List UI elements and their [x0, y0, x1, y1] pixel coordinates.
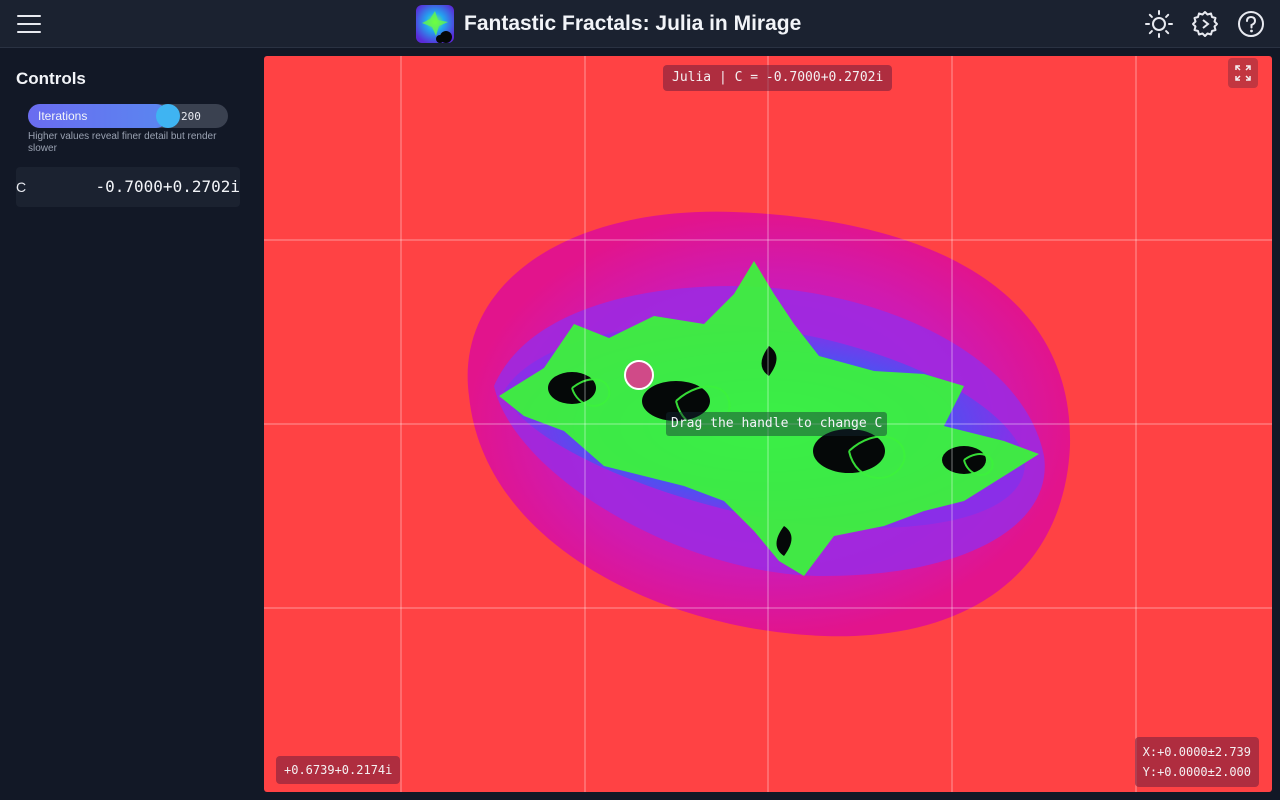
controls-sidebar: Controls Iterations 200 Higher values re… — [0, 49, 256, 800]
iterations-value: 200 — [181, 110, 201, 123]
iterations-label: Iterations — [38, 109, 88, 123]
iterations-slider-knob[interactable] — [156, 104, 180, 128]
app-title: Fantastic Fractals: Julia in Mirage — [464, 12, 802, 35]
help-circle-icon[interactable] — [1237, 10, 1265, 38]
view-range-readout: X:+0.0000±2.739 Y:+0.0000±2.000 — [1134, 737, 1259, 787]
hamburger-menu-icon[interactable] — [14, 11, 44, 37]
c-parameter-field[interactable]: C -0.7000+0.2702i — [16, 167, 240, 207]
iterations-slider[interactable]: Iterations 200 — [28, 104, 228, 128]
cursor-coordinate-readout: +0.6739+0.2174i — [276, 756, 401, 784]
c-parameter-label: C — [16, 179, 27, 195]
drag-hint-label: Drag the handle to change C — [666, 412, 888, 436]
range-x-readout: X:+0.0000±2.739 — [1142, 745, 1251, 759]
fractal-info-label: Julia | C = -0.7000+0.2702i — [663, 65, 893, 91]
settings-gear-icon[interactable] — [1191, 10, 1219, 38]
app-header: Fantastic Fractals: Julia in Mirage — [0, 0, 1280, 48]
range-y-readout: Y:+0.0000±2.000 — [1142, 765, 1251, 779]
controls-title: Controls — [16, 69, 86, 88]
c-handle-icon[interactable] — [624, 360, 654, 390]
c-parameter-value[interactable]: -0.7000+0.2702i — [96, 177, 241, 196]
iterations-hint: Higher values reveal finer detail but re… — [28, 131, 217, 154]
sun-icon[interactable] — [1145, 10, 1173, 38]
expand-fullscreen-icon[interactable] — [1228, 58, 1258, 88]
fractal-canvas[interactable]: Julia | C = -0.7000+0.2702i Drag the han… — [264, 56, 1272, 792]
fractal-logo-icon — [416, 5, 454, 43]
